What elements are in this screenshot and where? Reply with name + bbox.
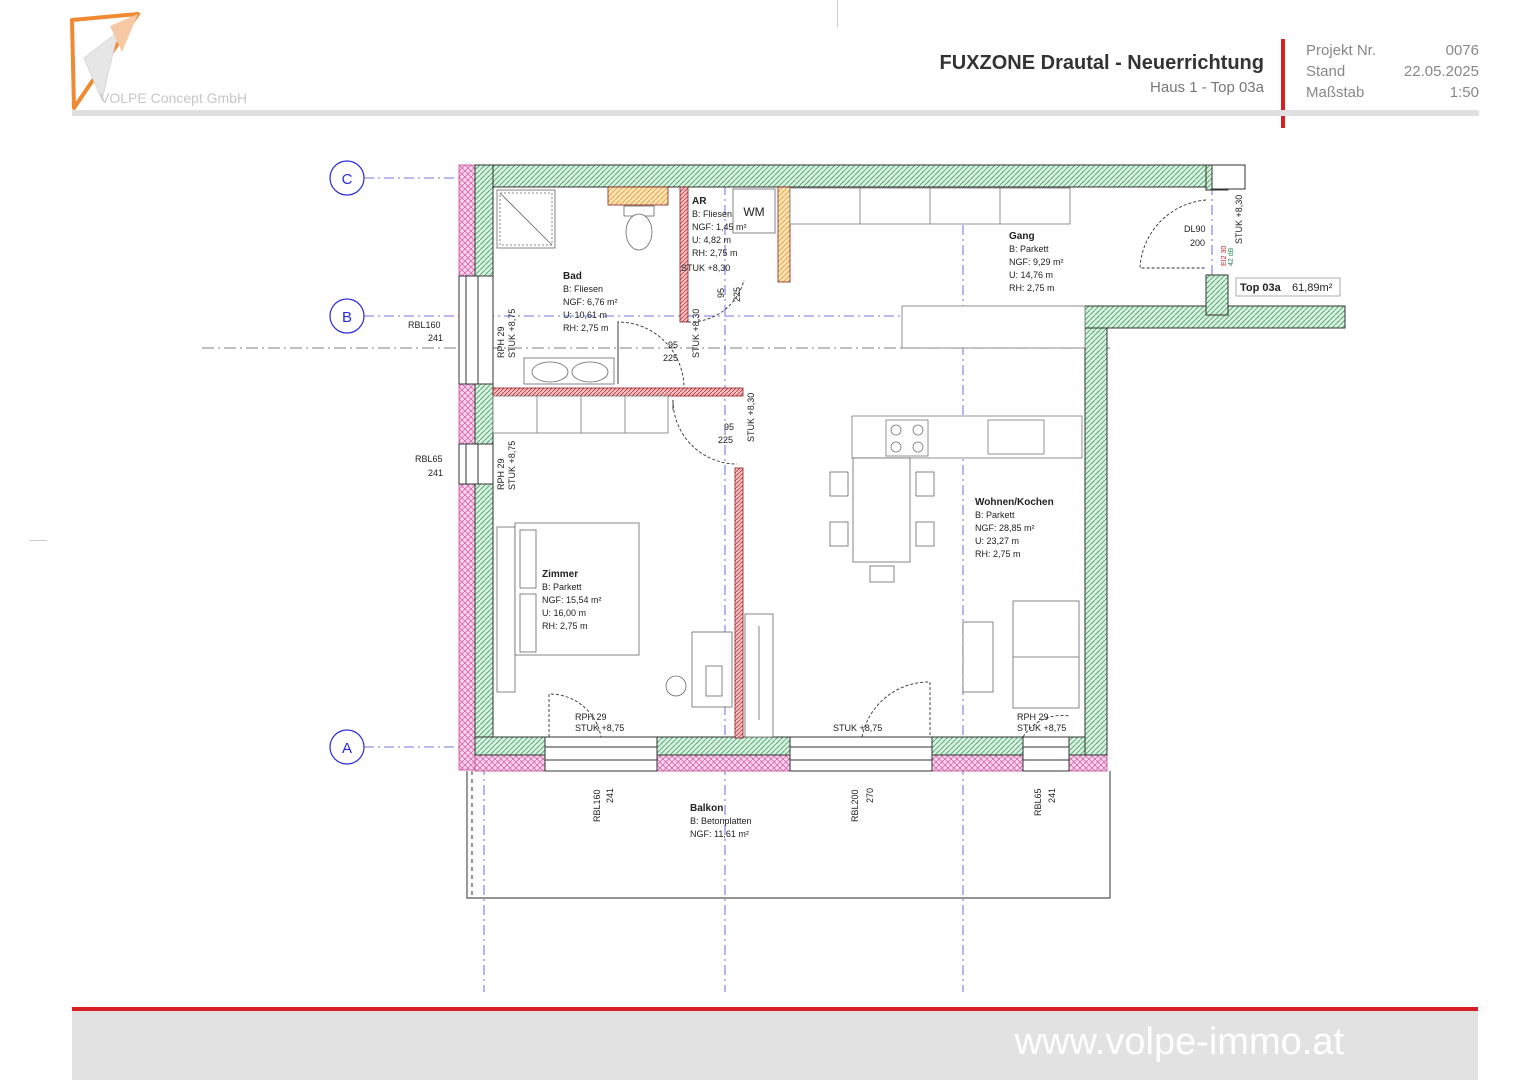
room-name: Wohnen/Kochen	[975, 497, 1054, 508]
room-u: U: 14,76 m	[1009, 270, 1053, 280]
axis-bubble-a: A	[329, 729, 365, 765]
room-floor: B: Fliesen	[563, 284, 603, 294]
door-label-dl90: DL90	[1184, 224, 1206, 234]
stuk-label: STUK +8,30	[691, 309, 701, 358]
room-name: Gang	[1009, 231, 1035, 242]
sideboard	[901, 305, 1086, 349]
room-floor: B: Parkett	[975, 510, 1015, 520]
axis-bubble-b: B	[329, 298, 365, 334]
room-ngf: NGF: 1,45 m²	[692, 222, 747, 232]
window-height: 270	[865, 788, 875, 803]
axis-bubble-c: C	[329, 160, 365, 196]
cabinet-icon	[744, 613, 774, 738]
room-name: Zimmer	[542, 569, 578, 580]
stuk-label: STUK +8,30	[746, 393, 756, 442]
room-ngf: NGF: 15,54 m²	[542, 595, 602, 605]
room-ngf: NGF: 9,29 m²	[1009, 257, 1064, 267]
rph-label: RPH 29	[1017, 712, 1049, 722]
sofa-icon	[962, 600, 1080, 709]
stuk-label: STUK +8,30	[1234, 195, 1244, 244]
stuk-label: STUK +8,75	[1017, 723, 1066, 733]
rph-label: RPH 29	[575, 712, 607, 722]
room-floor: B: Parkett	[542, 582, 582, 592]
window-south-3	[1022, 736, 1070, 772]
washbasin-icon	[523, 357, 615, 385]
room-ngf: NGF: 6,76 m²	[563, 297, 618, 307]
dim-95: 95	[716, 288, 726, 298]
desk-icon	[665, 631, 733, 708]
window-label-rbl65: RBL65	[415, 454, 443, 464]
wm-label: WM	[743, 205, 764, 219]
dim-225: 225	[663, 353, 678, 363]
room-label-bad: Bad B: Fliesen NGF: 6,76 m² U: 10,61 m R…	[563, 271, 618, 333]
room-floor: B: Fliesen	[692, 209, 732, 219]
window-label-rbl65: RBL65	[1033, 788, 1043, 816]
room-u: U: 10,61 m	[563, 310, 607, 320]
balcony-outline	[466, 771, 1111, 899]
room-ngf: NGF: 28,85 m²	[975, 523, 1035, 533]
stuk-label: STUK +8,30	[681, 263, 730, 273]
kitchen-counter	[851, 415, 1083, 459]
room-label-balkon: Balkon B: Betonplatten NGF: 11,61 m²	[690, 803, 752, 839]
footer-website-link[interactable]: www.volpe-immo.at	[1015, 1021, 1344, 1064]
axis-label-a: A	[342, 740, 352, 757]
room-u: U: 4,82 m	[692, 235, 731, 245]
grid-axes	[364, 165, 1245, 992]
dining-table-icon	[829, 457, 935, 583]
window-height: 241	[428, 468, 443, 478]
room-floor: B: Parkett	[1009, 244, 1049, 254]
room-u: U: 23,27 m	[975, 536, 1019, 546]
window-south-2	[789, 736, 933, 772]
room-name: AR	[692, 196, 707, 207]
stuk-label: STUK +8,75	[507, 309, 517, 358]
room-name: Balkon	[690, 803, 723, 814]
annotations: DL90 200 STUK +8,30 EI2 30 42 dB STUK +8…	[408, 195, 1244, 822]
dim-225: 225	[732, 287, 742, 302]
window-west-upper	[458, 275, 494, 385]
room-name: Bad	[563, 271, 582, 282]
room-rh: RH: 2,75 m	[692, 248, 738, 258]
toilet-icon	[623, 205, 655, 251]
window-label-rbl160: RBL160	[408, 320, 441, 330]
stuk-label: STUK +8,75	[833, 723, 882, 733]
stuk-label: STUK +8,75	[507, 441, 517, 490]
room-rh: RH: 2,75 m	[563, 323, 609, 333]
room-u: U: 16,00 m	[542, 608, 586, 618]
door-height: 200	[1190, 238, 1205, 248]
stuk-label: STUK +8,75	[575, 723, 624, 733]
dim-95: 95	[724, 422, 734, 432]
window-label-rbl200: RBL200	[850, 789, 860, 822]
window-west-lower	[458, 443, 494, 485]
window-label-rbl160: RBL160	[592, 789, 602, 822]
unit-area-tag: Top 03a 61,89m²	[1235, 277, 1341, 297]
axis-label-b: B	[342, 309, 352, 326]
room-rh: RH: 2,75 m	[1009, 283, 1055, 293]
rph-label: RPH 29	[496, 326, 506, 358]
window-south-1	[544, 736, 658, 772]
unit-area: 61,89m²	[1292, 282, 1333, 294]
axis-label-c: C	[342, 171, 353, 188]
dim-95: 95	[668, 340, 678, 350]
rph-label: RPH 29	[496, 458, 506, 490]
room-rh: RH: 2,75 m	[975, 549, 1021, 559]
entrance-stub	[1211, 164, 1246, 190]
room-label-wohnen: Wohnen/Kochen B: Parkett NGF: 28,85 m² U…	[975, 497, 1054, 559]
room-ngf: NGF: 11,61 m²	[690, 829, 749, 839]
room-label-gang: Gang B: Parkett NGF: 9,29 m² U: 14,76 m …	[1009, 231, 1064, 293]
window-height: 241	[605, 788, 615, 803]
wardrobe-gang	[789, 187, 1071, 225]
shower-icon	[496, 189, 556, 249]
fire-rating-label: EI2 30	[1221, 246, 1228, 266]
sound-rating-label: 42 dB	[1228, 247, 1235, 266]
room-floor: B: Betonplatten	[690, 816, 752, 826]
door-zimmer	[672, 399, 738, 465]
room-rh: RH: 2,75 m	[542, 621, 588, 631]
floor-plan: C B A WM Bad B: Fliesen NGF: 6,76 m² U: …	[202, 160, 1346, 992]
dim-225: 225	[718, 435, 733, 445]
wardrobe-zimmer	[492, 395, 669, 434]
unit-name: Top 03a	[1240, 282, 1282, 294]
window-height: 241	[1047, 788, 1057, 803]
door-entrance	[1139, 199, 1207, 269]
window-height: 241	[428, 333, 443, 343]
